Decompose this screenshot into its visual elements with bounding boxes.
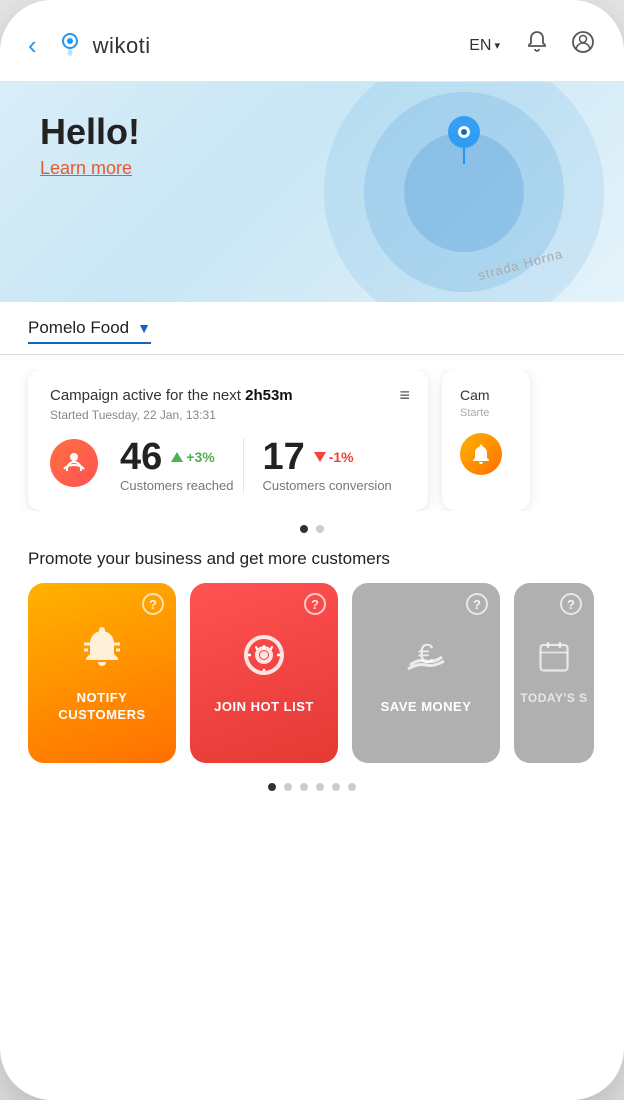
- selector-chevron-icon: ▼: [137, 320, 151, 336]
- logo-icon: [55, 28, 85, 63]
- promo-cards-scroll[interactable]: ? NOTIFYCUSTOMERS ?: [28, 583, 596, 773]
- today-help-button[interactable]: ?: [560, 593, 582, 615]
- campaign-time: 2h53m: [245, 387, 293, 404]
- stat1-number: 46: [120, 438, 162, 476]
- hero-text: Hello! Learn more: [40, 112, 140, 179]
- campaign-dots: [0, 525, 624, 533]
- hotlist-help-button[interactable]: ?: [304, 593, 326, 615]
- promo-dot-4: [316, 783, 324, 791]
- promo-card-hotlist[interactable]: ? JOIN HOT LIST: [190, 583, 338, 763]
- campaign-dot-1: [300, 525, 308, 533]
- header-logo: wikoti: [55, 28, 456, 63]
- stat1-data: 46 +3% Customers reached: [120, 438, 233, 493]
- promo-card-notify[interactable]: ? NOTIFYCUSTOMERS: [28, 583, 176, 763]
- stat2-label: Customers conversion: [262, 478, 391, 493]
- stat1-label: Customers reached: [120, 478, 233, 493]
- profile-icon[interactable]: [570, 29, 596, 62]
- language-chevron-icon: ▾: [494, 39, 500, 52]
- stat1-change: +3%: [170, 449, 214, 465]
- notification-bell-icon[interactable]: [524, 29, 550, 62]
- savemoney-label: SAVE MONEY: [381, 699, 472, 716]
- restaurant-name: Pomelo Food: [28, 318, 129, 338]
- hotlist-label: JOIN HOT LIST: [214, 699, 314, 716]
- campaign-title: Campaign active for the next 2h53m: [50, 387, 406, 404]
- phone-frame: ‹ wikoti EN ▾: [0, 0, 624, 1100]
- today-icon: [536, 639, 572, 683]
- notify-help-button[interactable]: ?: [142, 593, 164, 615]
- promote-title: Promote your business and get more custo…: [28, 549, 596, 569]
- notify-icon: [78, 622, 126, 680]
- stat1-icon: [50, 439, 98, 487]
- map-pin: [442, 112, 486, 164]
- stat2-change: -1%: [313, 449, 354, 465]
- stat2-number: 17: [262, 438, 304, 476]
- campaigns-section: ≡ Campaign active for the next 2h53m Sta…: [0, 355, 624, 541]
- today-label: TODAY'S S: [520, 691, 587, 707]
- partial-card-icon: [460, 433, 502, 475]
- selector-section: Pomelo Food ▼: [0, 302, 624, 355]
- campaign-stats: 46 +3% Customers reached 17: [50, 438, 406, 493]
- notify-label: NOTIFYCUSTOMERS: [58, 690, 145, 724]
- promo-dot-3: [300, 783, 308, 791]
- promo-dot-1: [268, 783, 276, 791]
- stat2-group: 17 -1% Customers conversion: [243, 438, 406, 493]
- promo-dots: [28, 783, 596, 791]
- promo-card-savemoney[interactable]: ? € SAVE MONEY: [352, 583, 500, 763]
- campaign-card-partial: Cam Starte: [442, 369, 530, 511]
- back-button[interactable]: ‹: [28, 30, 37, 61]
- promo-dot-2: [284, 783, 292, 791]
- stat1-row: 46 +3% Customers reached: [50, 438, 233, 493]
- header: ‹ wikoti EN ▾: [0, 0, 624, 82]
- learn-more-link[interactable]: Learn more: [40, 158, 140, 179]
- map-section: strada Horna Hello! Learn more: [0, 82, 624, 302]
- language-label: EN: [469, 37, 491, 55]
- greeting-title: Hello!: [40, 112, 140, 152]
- promo-dot-6: [348, 783, 356, 791]
- promo-dot-5: [332, 783, 340, 791]
- restaurant-selector[interactable]: Pomelo Food ▼: [28, 318, 151, 344]
- promote-section: Promote your business and get more custo…: [0, 541, 624, 1100]
- campaign-menu-button[interactable]: ≡: [399, 385, 410, 406]
- savemoney-icon: €: [402, 631, 450, 689]
- campaign-dot-2: [316, 525, 324, 533]
- logo-text: wikoti: [93, 33, 151, 59]
- campaigns-scroll[interactable]: ≡ Campaign active for the next 2h53m Sta…: [0, 369, 624, 511]
- language-selector[interactable]: EN ▾: [469, 37, 500, 55]
- campaign-card: ≡ Campaign active for the next 2h53m Sta…: [28, 369, 428, 511]
- savemoney-help-button[interactable]: ?: [466, 593, 488, 615]
- hotlist-icon: [240, 631, 288, 689]
- promo-card-today-partial[interactable]: ? TODAY'S S: [514, 583, 594, 763]
- campaign-subtitle: Started Tuesday, 22 Jan, 13:31: [50, 408, 406, 422]
